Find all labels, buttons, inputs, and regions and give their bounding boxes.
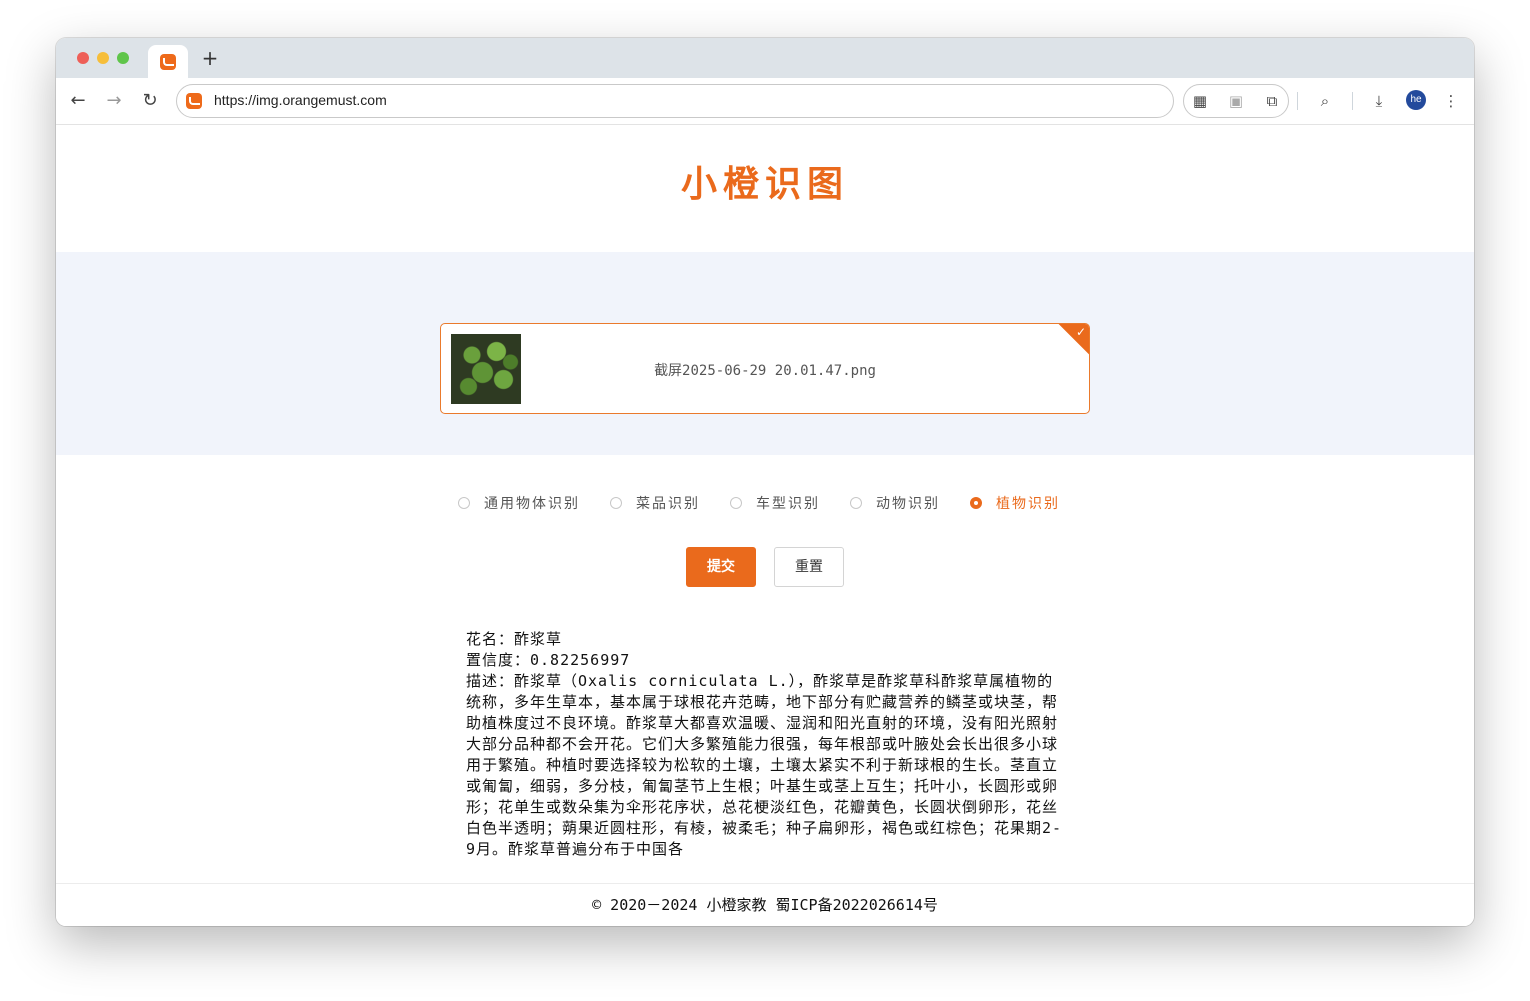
reset-button[interactable]: 重置 [774, 547, 844, 587]
recognition-type-group: 通用物体识别 菜品识别 车型识别 动物识别 植物识别 [458, 491, 1090, 515]
check-icon: ✓ [1075, 325, 1086, 339]
extensions-group: ▦ ▣ ⧉ [1183, 84, 1289, 118]
close-window-button[interactable] [77, 52, 89, 64]
browser-menu-icon[interactable]: ⋮ [1443, 93, 1459, 109]
download-icon[interactable]: ⤓ [1371, 93, 1387, 109]
uploaded-file-card[interactable]: 截屏2025-06-29 20.01.47.png ✓ [440, 323, 1090, 414]
page-content: 小橙识图 截屏2025-06-29 20.01.47.png ✓ 通用物体识别 … [56, 125, 1474, 926]
radio-label: 通用物体识别 [484, 496, 580, 512]
upload-area[interactable]: 截屏2025-06-29 20.01.47.png ✓ [56, 252, 1474, 455]
page-footer: © 2020－2024 小橙家教 蜀ICP备2022026614号 [56, 883, 1474, 926]
address-bar[interactable]: https://img.orangemust.com [176, 84, 1174, 118]
address-url[interactable]: https://img.orangemust.com [214, 92, 387, 108]
site-favicon-icon [160, 53, 176, 70]
radio-animal[interactable]: 动物识别 [850, 493, 940, 513]
qr-code-icon[interactable]: ▦ [1192, 93, 1208, 109]
screenshot-extension-icon[interactable]: ▣ [1228, 93, 1244, 109]
browser-toolbar: ← → ↻ https://img.orangemust.com ▦ ▣ ⧉ ⌕… [56, 78, 1474, 125]
radio-car-model[interactable]: 车型识别 [730, 493, 820, 513]
radio-circle-icon[interactable] [970, 497, 982, 509]
toolbar-divider [1352, 92, 1353, 110]
radio-label: 菜品识别 [636, 496, 700, 512]
page-title: 小橙识图 [680, 164, 849, 205]
submit-button[interactable]: 提交 [686, 547, 756, 587]
reload-icon[interactable]: ↻ [137, 88, 163, 114]
result-description: 描述：酢浆草（Oxalis corniculata L.），酢浆草是酢浆草科酢浆… [466, 672, 1063, 858]
new-tab-button[interactable]: + [198, 46, 222, 70]
result-confidence: 置信度：0.82256997 [466, 651, 631, 669]
radio-label: 车型识别 [756, 496, 820, 512]
radio-general-object[interactable]: 通用物体识别 [458, 493, 580, 513]
extensions-puzzle-icon[interactable]: ⧉ [1264, 93, 1280, 109]
browser-tab-active[interactable] [148, 45, 188, 78]
tab-strip: + [56, 38, 1474, 78]
uploaded-file-name: 截屏2025-06-29 20.01.47.png [654, 363, 876, 379]
recognition-result: 花名：酢浆草 置信度：0.82256997 描述：酢浆草（Oxalis corn… [466, 629, 1066, 887]
radio-circle-icon[interactable] [610, 497, 622, 509]
radio-dish[interactable]: 菜品识别 [610, 493, 700, 513]
result-name: 花名：酢浆草 [466, 630, 563, 648]
maximize-window-button[interactable] [117, 52, 129, 64]
site-favicon-icon [186, 93, 202, 109]
radio-circle-icon[interactable] [730, 497, 742, 509]
radio-plant[interactable]: 植物识别 [970, 493, 1060, 513]
radio-circle-icon[interactable] [850, 497, 862, 509]
minimize-window-button[interactable] [97, 52, 109, 64]
page-search-icon[interactable]: ⌕ [1317, 93, 1333, 109]
radio-label: 植物识别 [996, 496, 1060, 512]
radio-circle-icon[interactable] [458, 497, 470, 509]
forward-arrow-icon[interactable]: → [101, 88, 127, 114]
toolbar-divider [1297, 92, 1298, 110]
browser-window: + ← → ↻ https://img.orangemust.com ▦ ▣ ⧉… [56, 38, 1474, 926]
profile-avatar[interactable]: he [1406, 90, 1426, 110]
radio-label: 动物识别 [876, 496, 940, 512]
back-arrow-icon[interactable]: ← [65, 88, 91, 114]
